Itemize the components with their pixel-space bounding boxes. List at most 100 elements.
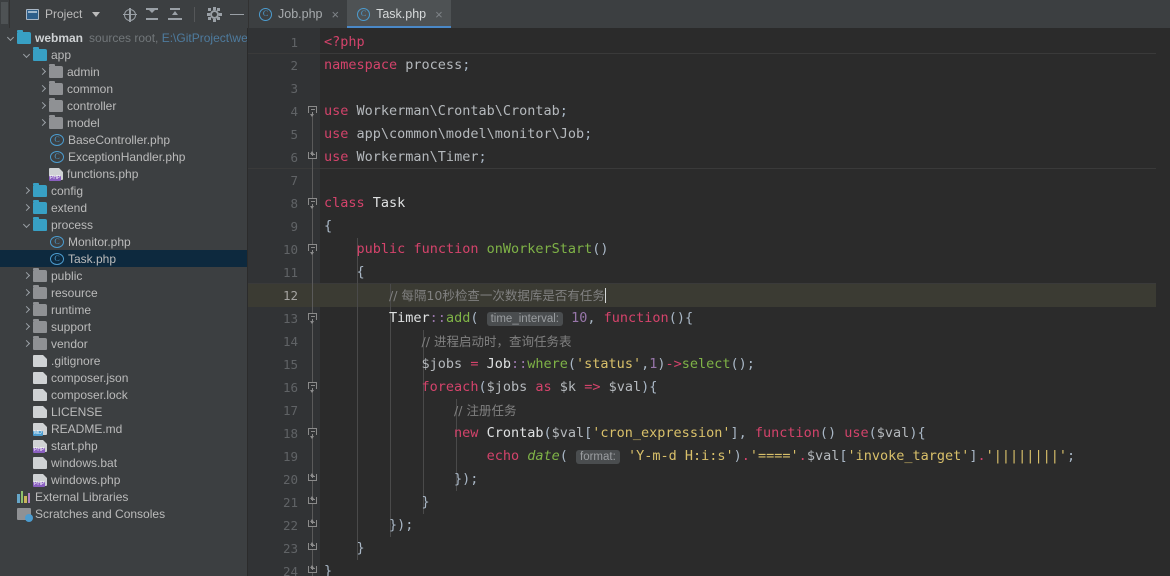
code-editor[interactable]: 1 2 3 4 5 6 7 8 9 10 11 12 13 14 15 16 17 18 19 20 21 22 23 24 … (248, 28, 1170, 576)
fold-marker[interactable] (308, 565, 318, 576)
tree-item-extend[interactable]: extend (0, 199, 247, 216)
chevron-right-icon[interactable] (22, 288, 31, 297)
code-line[interactable]: { (320, 261, 1156, 284)
tree-item-common[interactable]: common (0, 80, 247, 97)
tree-item-functions-php[interactable]: PHP functions.php (0, 165, 247, 182)
tree-item-windows-php[interactable]: PHP windows.php (0, 471, 247, 488)
chevron-right-icon[interactable] (38, 118, 47, 127)
line-number-gutter[interactable]: 1 2 3 4 5 6 7 8 9 10 11 12 13 14 15 16 17 18 19 20 21 22 23 24 (248, 28, 306, 576)
chevron-down-icon[interactable] (22, 220, 31, 229)
code-line[interactable] (320, 169, 1156, 192)
fold-marker[interactable] (308, 496, 318, 507)
tree-item-resource[interactable]: resource (0, 284, 247, 301)
code-line[interactable]: use Workerman\Crontab\Crontab; (320, 100, 1156, 123)
chevron-right-icon[interactable] (22, 186, 31, 195)
tree-item-vendor[interactable]: vendor (0, 335, 247, 352)
code-line[interactable]: } (320, 560, 1156, 576)
fold-marker[interactable] (308, 313, 318, 324)
code-line[interactable]: new Crontab($val['cron_expression'], fun… (320, 422, 1156, 445)
fold-marker[interactable] (308, 244, 318, 255)
tree-item-readme-md[interactable]: MD README.md (0, 420, 247, 437)
line-number: 24 (282, 564, 298, 576)
tree-item-composer-json[interactable]: composer.json (0, 369, 247, 386)
chevron-right-icon[interactable] (38, 67, 47, 76)
code-content[interactable]: <?php namespace process; use Workerman\Cro… (320, 28, 1156, 576)
project-tree[interactable]: webman sources root, E:\GitProject\webm ap… (0, 28, 248, 576)
code-line[interactable]: Timer::add( time_interval: 10, function(… (320, 307, 1156, 330)
code-line[interactable]: } (320, 537, 1156, 560)
chevron-down-icon[interactable] (92, 11, 101, 17)
code-line[interactable]: echo date( format: 'Y-m-d H:i:s').'===='… (320, 445, 1156, 468)
code-line[interactable]: $jobs = Job::where('status',1)->select()… (320, 353, 1156, 376)
code-line[interactable]: <?php (320, 31, 1156, 54)
code-line[interactable]: namespace process; (320, 54, 1156, 77)
tree-item-exceptionhandler-php[interactable]: C ExceptionHandler.php (0, 148, 247, 165)
fold-marker[interactable] (308, 542, 318, 553)
close-icon[interactable]: × (435, 8, 443, 21)
tree-item-task-php[interactable]: C Task.php (0, 250, 247, 267)
fold-marker[interactable] (308, 428, 318, 439)
fold-marker[interactable] (308, 382, 318, 393)
code-line[interactable]: // 每隔10秒检查一次数据库是否有任务 (320, 284, 1156, 307)
locate-target-icon[interactable] (123, 7, 137, 22)
code-line[interactable] (320, 77, 1156, 100)
fold-marker[interactable] (308, 106, 318, 117)
tree-item-basecontroller-php[interactable]: C BaseController.php (0, 131, 247, 148)
code-line[interactable]: use app\common\model\monitor\Job; (320, 123, 1156, 146)
chevron-right-icon[interactable] (22, 322, 31, 331)
code-line[interactable]: use Workerman\Timer; (320, 146, 1156, 169)
tree-item-controller[interactable]: controller (0, 97, 247, 114)
editor-tab-job[interactable]: C Job.php × (249, 0, 347, 28)
expand-all-icon[interactable] (168, 7, 182, 21)
tree-item-license[interactable]: LICENSE (0, 403, 247, 420)
code-line[interactable]: }); (320, 514, 1156, 537)
chevron-down-icon[interactable] (6, 33, 15, 42)
fold-marker[interactable] (308, 151, 318, 162)
hide-panel-icon[interactable] (230, 7, 244, 21)
chevron-right-icon[interactable] (38, 84, 47, 93)
tree-item-public[interactable]: public (0, 267, 247, 284)
chevron-right-icon[interactable] (22, 203, 31, 212)
editor-tab-task[interactable]: C Task.php × (347, 0, 451, 28)
tree-item-config[interactable]: config (0, 182, 247, 199)
tree-item-monitor-php[interactable]: C Monitor.php (0, 233, 247, 250)
close-icon[interactable]: × (331, 8, 339, 21)
tree-item-webman[interactable]: webman sources root, E:\GitProject\webm (0, 29, 247, 46)
code-line[interactable]: // 注册任务 (320, 399, 1156, 422)
code-line[interactable]: } (320, 491, 1156, 514)
code-line[interactable]: }); (320, 468, 1156, 491)
strip-tab-nub[interactable] (1, 2, 8, 24)
chevron-right-icon[interactable] (38, 101, 47, 110)
tree-item-runtime[interactable]: runtime (0, 301, 247, 318)
tree-item-app[interactable]: app (0, 46, 247, 63)
tree-item-start-php[interactable]: PHP start.php (0, 437, 247, 454)
fold-marker[interactable] (308, 198, 318, 209)
tree-item--gitignore[interactable]: .gitignore (0, 352, 247, 369)
collapse-all-icon[interactable] (145, 7, 159, 21)
code-folding-gutter[interactable] (306, 28, 320, 576)
chevron-right-icon[interactable] (22, 339, 31, 348)
code-line[interactable]: class Task (320, 192, 1156, 215)
settings-gear-icon[interactable] (206, 6, 222, 22)
chevron-right-icon[interactable] (22, 305, 31, 314)
chevron-right-icon[interactable] (22, 271, 31, 280)
tree-item-windows-bat[interactable]: windows.bat (0, 454, 247, 471)
tree-item-model[interactable]: model (0, 114, 247, 131)
left-tool-strip[interactable] (0, 0, 10, 28)
tree-item-scratches-and-consoles[interactable]: Scratches and Consoles (0, 505, 247, 522)
tree-item-support[interactable]: support (0, 318, 247, 335)
tree-item-admin[interactable]: admin (0, 63, 247, 80)
fold-marker[interactable] (308, 519, 318, 530)
code-line[interactable]: public function onWorkerStart() (320, 238, 1156, 261)
fold-marker[interactable] (308, 473, 318, 484)
chevron-down-icon[interactable] (22, 50, 31, 59)
tree-item-process[interactable]: process (0, 216, 247, 233)
editor-scrollbar[interactable] (1156, 28, 1170, 576)
tree-item-external-libraries[interactable]: External Libraries (0, 488, 247, 505)
code-line[interactable]: foreach($jobs as $k => $val){ (320, 376, 1156, 399)
code-line[interactable]: { (320, 215, 1156, 238)
tree-item-label: LICENSE (51, 404, 103, 419)
tree-item-label: vendor (51, 336, 88, 351)
tree-item-composer-lock[interactable]: composer.lock (0, 386, 247, 403)
code-line[interactable]: // 进程启动时，查询任务表 (320, 330, 1156, 353)
